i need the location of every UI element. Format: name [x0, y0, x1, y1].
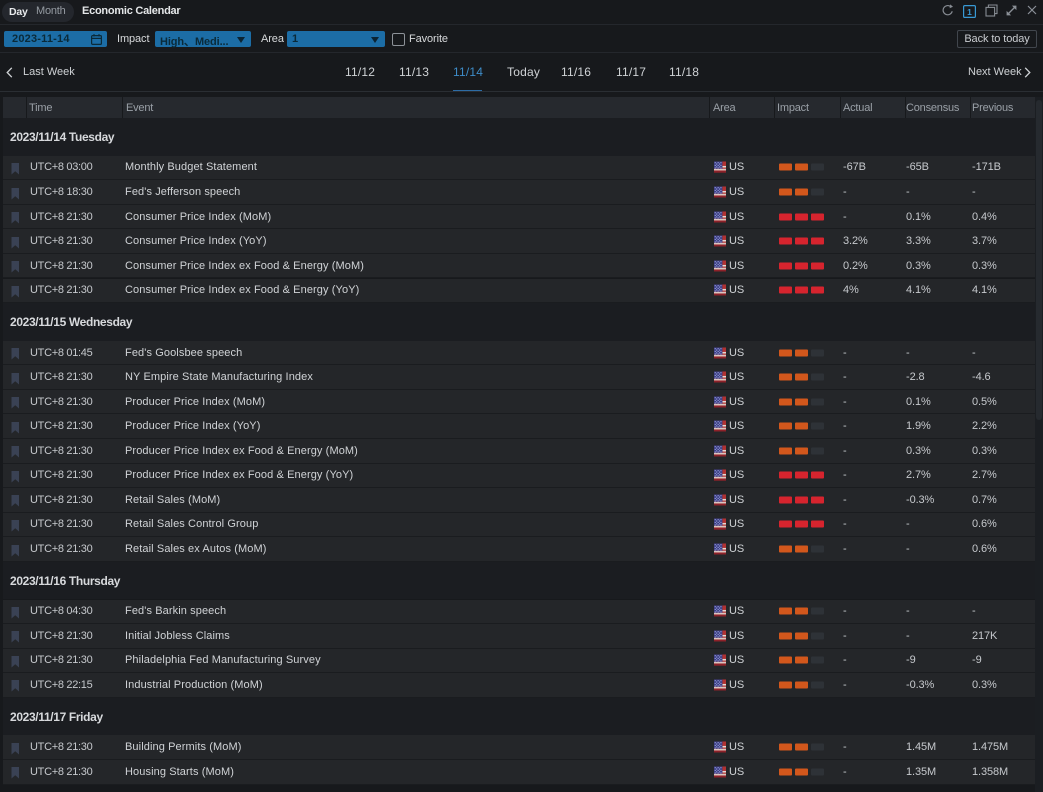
- svg-text:1: 1: [967, 7, 972, 17]
